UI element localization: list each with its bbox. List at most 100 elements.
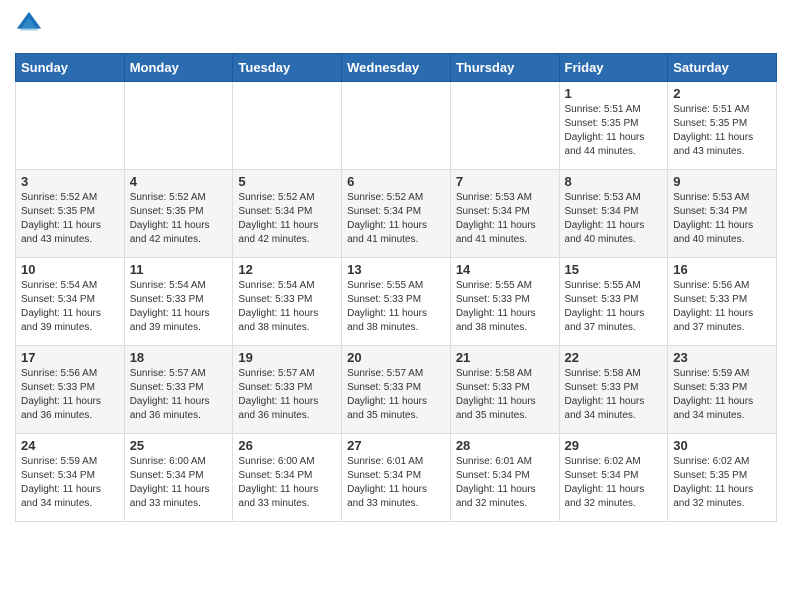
day-info: Sunrise: 5:54 AM Sunset: 5:33 PM Dayligh… <box>238 279 336 335</box>
day-number: 6 <box>347 174 445 189</box>
calendar-day-cell: 5Sunrise: 5:52 AM Sunset: 5:34 PM Daylig… <box>233 170 342 258</box>
calendar-day-cell: 22 Sunrise: 5:58 AM Sunset: 5:33 PM Dayli… <box>559 346 668 434</box>
day-info: Sunrise: 6:00 AM Sunset: 5:34 PM Dayligh… <box>238 455 336 511</box>
header <box>15 10 777 45</box>
calendar-day-cell: 13 Sunrise: 5:55 AM Sunset: 5:33 PM Dayli… <box>342 258 451 346</box>
day-info: Sunrise: 5:52 AM Sunset: 5:34 PM Dayligh… <box>238 191 336 247</box>
calendar-day-cell: 8 Sunrise: 5:53 AM Sunset: 5:34 PM Daylig… <box>559 170 668 258</box>
day-info: Sunrise: 5:52 AM Sunset: 5:35 PM Dayligh… <box>130 191 228 247</box>
day-number: 21 <box>456 350 554 365</box>
day-number: 1 <box>565 86 663 101</box>
day-of-week-header: Tuesday <box>233 54 342 82</box>
day-info: Sunrise: 5:54 AM Sunset: 5:33 PM Dayligh… <box>130 279 228 335</box>
calendar-day-cell: 7 Sunrise: 5:53 AM Sunset: 5:34 PM Daylig… <box>450 170 559 258</box>
day-info: Sunrise: 5:58 AM Sunset: 5:33 PM Dayligh… <box>565 367 663 423</box>
day-number: 7 <box>456 174 554 189</box>
day-of-week-header: Monday <box>124 54 233 82</box>
day-info: Sunrise: 5:59 AM Sunset: 5:33 PM Dayligh… <box>673 367 771 423</box>
calendar-day-cell: 6 Sunrise: 5:52 AM Sunset: 5:34 PM Daylig… <box>342 170 451 258</box>
calendar-day-cell: 10 Sunrise: 5:54 AM Sunset: 5:34 PM Dayli… <box>16 258 125 346</box>
calendar-day-cell: 3Sunrise: 5:52 AM Sunset: 5:35 PM Daylig… <box>16 170 125 258</box>
day-number: 24 <box>21 438 119 453</box>
day-number: 4 <box>130 174 228 189</box>
day-number: 3 <box>21 174 119 189</box>
calendar-day-cell: 17 Sunrise: 5:56 AM Sunset: 5:33 PM Dayli… <box>16 346 125 434</box>
calendar-week-row: 10 Sunrise: 5:54 AM Sunset: 5:34 PM Dayli… <box>16 258 777 346</box>
day-number: 11 <box>130 262 228 277</box>
day-info: Sunrise: 6:00 AM Sunset: 5:34 PM Dayligh… <box>130 455 228 511</box>
day-info: Sunrise: 5:56 AM Sunset: 5:33 PM Dayligh… <box>21 367 119 423</box>
day-number: 12 <box>238 262 336 277</box>
day-of-week-header: Friday <box>559 54 668 82</box>
day-number: 18 <box>130 350 228 365</box>
day-info: Sunrise: 5:58 AM Sunset: 5:33 PM Dayligh… <box>456 367 554 423</box>
calendar-day-cell: 27 Sunrise: 6:01 AM Sunset: 5:34 PM Dayli… <box>342 434 451 522</box>
calendar-day-cell <box>124 82 233 170</box>
day-of-week-header: Wednesday <box>342 54 451 82</box>
day-number: 25 <box>130 438 228 453</box>
calendar-day-cell: 23 Sunrise: 5:59 AM Sunset: 5:33 PM Dayli… <box>668 346 777 434</box>
day-info: Sunrise: 5:55 AM Sunset: 5:33 PM Dayligh… <box>347 279 445 335</box>
day-info: Sunrise: 5:52 AM Sunset: 5:34 PM Dayligh… <box>347 191 445 247</box>
day-number: 30 <box>673 438 771 453</box>
calendar-day-cell: 28Sunrise: 6:01 AM Sunset: 5:34 PM Dayli… <box>450 434 559 522</box>
calendar-header: SundayMondayTuesdayWednesdayThursdayFrid… <box>16 54 777 82</box>
calendar: SundayMondayTuesdayWednesdayThursdayFrid… <box>15 53 777 522</box>
calendar-day-cell: 11 Sunrise: 5:54 AM Sunset: 5:33 PM Dayli… <box>124 258 233 346</box>
calendar-day-cell <box>233 82 342 170</box>
day-of-week-header: Thursday <box>450 54 559 82</box>
calendar-day-cell: 30Sunrise: 6:02 AM Sunset: 5:35 PM Dayli… <box>668 434 777 522</box>
calendar-day-cell: 4 Sunrise: 5:52 AM Sunset: 5:35 PM Daylig… <box>124 170 233 258</box>
day-number: 8 <box>565 174 663 189</box>
calendar-day-cell: 26 Sunrise: 6:00 AM Sunset: 5:34 PM Dayli… <box>233 434 342 522</box>
calendar-day-cell <box>16 82 125 170</box>
day-info: Sunrise: 5:56 AM Sunset: 5:33 PM Dayligh… <box>673 279 771 335</box>
day-info: Sunrise: 5:57 AM Sunset: 5:33 PM Dayligh… <box>238 367 336 423</box>
day-info: Sunrise: 5:54 AM Sunset: 5:34 PM Dayligh… <box>21 279 119 335</box>
calendar-day-cell: 15Sunrise: 5:55 AM Sunset: 5:33 PM Dayli… <box>559 258 668 346</box>
calendar-body: 1 Sunrise: 5:51 AM Sunset: 5:35 PM Daylig… <box>16 82 777 522</box>
day-number: 26 <box>238 438 336 453</box>
day-info: Sunrise: 5:57 AM Sunset: 5:33 PM Dayligh… <box>347 367 445 423</box>
day-info: Sunrise: 5:53 AM Sunset: 5:34 PM Dayligh… <box>456 191 554 247</box>
day-number: 16 <box>673 262 771 277</box>
calendar-day-cell: 16 Sunrise: 5:56 AM Sunset: 5:33 PM Dayli… <box>668 258 777 346</box>
day-of-week-header: Sunday <box>16 54 125 82</box>
page: SundayMondayTuesdayWednesdayThursdayFrid… <box>0 0 792 537</box>
calendar-week-row: 24 Sunrise: 5:59 AM Sunset: 5:34 PM Dayli… <box>16 434 777 522</box>
day-info: Sunrise: 5:51 AM Sunset: 5:35 PM Dayligh… <box>565 103 663 159</box>
day-number: 14 <box>456 262 554 277</box>
day-info: Sunrise: 5:55 AM Sunset: 5:33 PM Dayligh… <box>456 279 554 335</box>
day-info: Sunrise: 5:51 AM Sunset: 5:35 PM Dayligh… <box>673 103 771 159</box>
day-number: 19 <box>238 350 336 365</box>
header-row: SundayMondayTuesdayWednesdayThursdayFrid… <box>16 54 777 82</box>
calendar-day-cell: 20 Sunrise: 5:57 AM Sunset: 5:33 PM Dayli… <box>342 346 451 434</box>
calendar-day-cell: 18 Sunrise: 5:57 AM Sunset: 5:33 PM Dayli… <box>124 346 233 434</box>
day-number: 27 <box>347 438 445 453</box>
calendar-day-cell: 14 Sunrise: 5:55 AM Sunset: 5:33 PM Dayli… <box>450 258 559 346</box>
day-info: Sunrise: 5:53 AM Sunset: 5:34 PM Dayligh… <box>565 191 663 247</box>
calendar-day-cell: 2 Sunrise: 5:51 AM Sunset: 5:35 PM Daylig… <box>668 82 777 170</box>
day-number: 22 <box>565 350 663 365</box>
day-info: Sunrise: 5:57 AM Sunset: 5:33 PM Dayligh… <box>130 367 228 423</box>
day-info: Sunrise: 6:02 AM Sunset: 5:34 PM Dayligh… <box>565 455 663 511</box>
day-number: 17 <box>21 350 119 365</box>
logo-icon <box>15 10 43 38</box>
day-number: 2 <box>673 86 771 101</box>
calendar-day-cell: 1 Sunrise: 5:51 AM Sunset: 5:35 PM Daylig… <box>559 82 668 170</box>
day-number: 23 <box>673 350 771 365</box>
calendar-week-row: 1 Sunrise: 5:51 AM Sunset: 5:35 PM Daylig… <box>16 82 777 170</box>
calendar-day-cell: 24 Sunrise: 5:59 AM Sunset: 5:34 PM Dayli… <box>16 434 125 522</box>
day-info: Sunrise: 6:01 AM Sunset: 5:34 PM Dayligh… <box>347 455 445 511</box>
calendar-week-row: 3 Sunrise: 5:52 AM Sunset: 5:35 PM Daylig… <box>16 170 777 258</box>
calendar-day-cell <box>342 82 451 170</box>
day-number: 20 <box>347 350 445 365</box>
day-info: Sunrise: 5:59 AM Sunset: 5:34 PM Dayligh… <box>21 455 119 511</box>
day-number: 10 <box>21 262 119 277</box>
calendar-day-cell: 19 Sunrise: 5:57 AM Sunset: 5:33 PM Dayli… <box>233 346 342 434</box>
day-number: 28 <box>456 438 554 453</box>
day-of-week-header: Saturday <box>668 54 777 82</box>
calendar-day-cell: 12 Sunrise: 5:54 AM Sunset: 5:33 PM Dayli… <box>233 258 342 346</box>
day-number: 13 <box>347 262 445 277</box>
calendar-day-cell: 29Sunrise: 6:02 AM Sunset: 5:34 PM Dayli… <box>559 434 668 522</box>
